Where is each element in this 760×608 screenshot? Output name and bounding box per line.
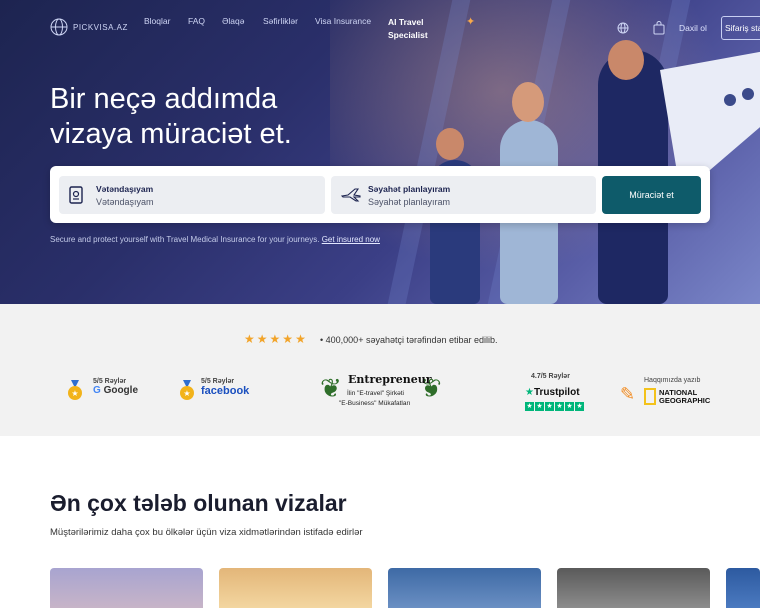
popular-visas-title: Ən çox tələb olunan vizalar [50,490,347,516]
rating-stars: ★ ★ ★ ★ ★ [244,332,306,346]
nav-ai-line2: Specialist [388,30,428,40]
entrepreneur-logo: Entrepreneur [348,373,432,386]
hero-headline-line1: Bir neçə addımda [50,83,278,115]
globe-logo-icon [50,18,68,36]
google-brand: Google [103,385,139,396]
trustpilot-star-icon: ★ [525,387,534,398]
trust-section: ★ ★ ★ ★ ★ • 400,000+ səyahətçi tərəfində… [0,304,760,436]
ng-line2: GEOGRAPHIC [659,395,711,405]
nav-visa-insurance-link[interactable]: Visa Insurance [315,16,371,26]
hero-headline: Bir neçə addımda vizaya müraciət et. [50,82,292,152]
visa-card[interactable] [219,568,372,608]
travel-plan-field[interactable]: Səyahət planlayıram Səyahət planlayıram [331,176,596,214]
visa-card[interactable] [50,568,203,608]
language-globe-icon[interactable] [617,22,629,34]
star-icon: ★ [525,402,534,411]
press-label: Haqqımızda yazıb [644,377,701,384]
star-icon: ★ [295,332,306,346]
citizenship-label: Vətəndaşıyam [96,184,154,194]
star-icon: ★ [545,402,554,411]
apply-button[interactable]: Müraciət et [602,176,701,214]
entrepreneur-award-line1: İlin "E-travel" Şirkəti [347,390,404,397]
travel-plan-value: Səyahət planlayıram [368,197,451,207]
popular-visas-subtitle: Müştərilərimiz daha çox bu ölkələr üçün … [50,527,363,538]
star-icon: ★ [565,402,574,411]
ng-frame-icon [644,388,656,405]
logo-text: PICKVISA.AZ [73,22,128,32]
svg-text:★: ★ [183,389,190,398]
citizenship-field[interactable]: Vətəndaşıyam Vətəndaşıyam [59,176,325,214]
visa-card[interactable] [557,568,710,608]
nav-ai-travel-link[interactable]: AI Travel Specialist [388,16,448,42]
pen-icon: ✎ [620,384,636,404]
login-link[interactable]: Daxil ol [679,23,707,33]
star-icon: ★ [244,332,255,346]
top-navigation: PICKVISA.AZ Bloqlar FAQ Əlaqə Səfirliklə… [0,0,760,56]
insurance-note: Secure and protect yourself with Travel … [50,235,380,244]
google-rating-text: 5/5 Rəylər G Google [93,378,163,396]
passport-icon [69,186,83,204]
visa-search-form: Vətəndaşıyam Vətəndaşıyam Səyahət planla… [50,166,710,223]
google-rating-label: 5/5 Rəylər [93,378,127,385]
insurance-text: Secure and protect yourself with Travel … [50,235,320,244]
award-medal-icon: ★ [68,380,82,400]
trustpilot-brand: Trustpilot [533,387,580,398]
illustration-head [512,82,544,122]
trust-summary: • 400,000+ səyahətçi tərəfindən etibar e… [320,335,498,345]
facebook-logo: facebook [201,385,250,397]
trust-summary-text: 400,000+ səyahətçi tərəfindən etibar edi… [325,335,498,345]
star-icon: ★ [575,402,584,411]
facebook-rating-text: 5/5 Rəylər facebook [201,378,281,397]
order-status-button[interactable]: Sifariş status [721,16,760,40]
illustration-head [436,128,464,160]
brand-logo[interactable]: PICKVISA.AZ [50,18,128,36]
google-logo: G Google [93,385,139,396]
nav-ai-line1: AI Travel [388,17,424,27]
get-insured-link[interactable]: Get insured now [322,235,380,244]
visa-card[interactable] [726,568,760,608]
nav-blogs-link[interactable]: Bloqlar [144,16,170,26]
star-icon: ★ [282,332,294,346]
facebook-rating-label: 5/5 Rəylər [201,378,235,385]
nav-faq-link[interactable]: FAQ [188,16,205,26]
plane-icon [341,188,361,202]
star-icon: ★ [256,332,268,346]
national-geographic-logo: NATIONAL GEOGRAPHIC [644,388,710,405]
star-icon: ★ [555,402,564,411]
cart-icon[interactable] [653,21,665,35]
travel-plan-label: Səyahət planlayıram [368,184,451,194]
trustpilot-rating-label: 4.7/5 Rəylər [531,373,570,380]
trustpilot-logo: ★Trustpilot [525,387,580,398]
nav-contact-link[interactable]: Əlaqə [222,16,244,26]
svg-text:★: ★ [71,389,78,398]
nav-embassies-link[interactable]: Səfirliklər [263,16,298,26]
citizenship-value: Vətəndaşıyam [96,197,154,207]
entrepreneur-award-line2: "E-Business" Mükafatları [339,400,411,407]
ng-text: NATIONAL GEOGRAPHIC [659,388,711,405]
visa-card[interactable] [388,568,541,608]
star-icon: ★ [269,332,281,346]
sparkle-icon: ✦ [466,16,476,28]
trustpilot-stars: ★ ★ ★ ★ ★ ★ [525,402,584,411]
award-medal-icon: ★ [180,380,194,400]
star-icon: ★ [535,402,544,411]
hero-headline-line2: vizaya müraciət et. [50,118,292,150]
